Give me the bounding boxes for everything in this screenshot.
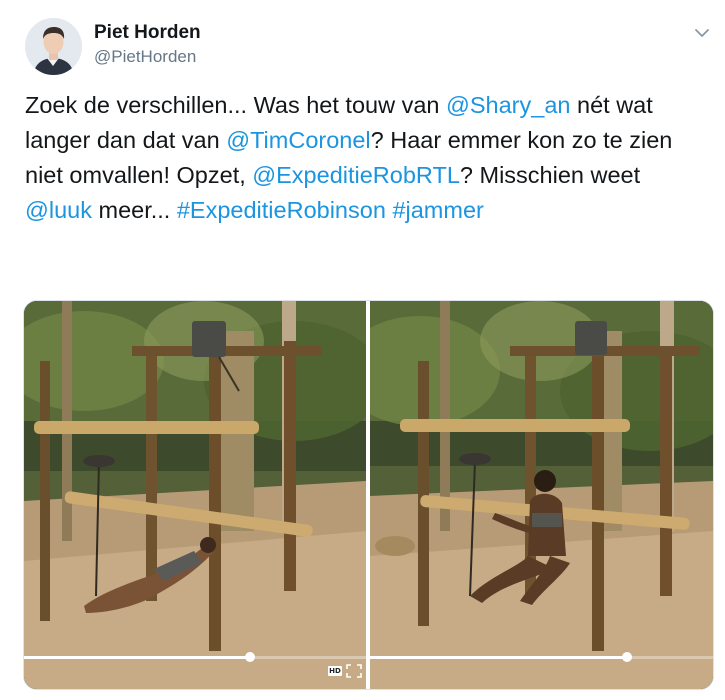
mention-link[interactable]: @TimCoronel [226, 127, 370, 153]
hashtag-link[interactable]: #jammer [392, 197, 483, 223]
tweet-text-segment: meer... [91, 197, 177, 223]
video-left-frame [24, 301, 366, 689]
author-handle[interactable]: @PietHorden [94, 47, 196, 67]
chevron-down-icon[interactable] [692, 24, 712, 42]
progress-knob[interactable] [244, 652, 255, 662]
author-name[interactable]: Piet Horden [94, 22, 201, 44]
tweet-text-segment: ? Misschien weet [459, 162, 641, 188]
mention-link[interactable]: @Shary_an [446, 92, 570, 118]
avatar[interactable] [25, 18, 82, 75]
progress-fill [370, 656, 628, 659]
progress-fill [24, 656, 250, 659]
mention-link[interactable]: @ExpeditieRobRTL [252, 162, 460, 188]
person-avatar-icon [25, 18, 82, 75]
mention-link[interactable]: @luuk [25, 197, 92, 223]
tweet-card: Piet Horden @PietHorden Zoek de verschil… [0, 0, 725, 700]
tweet-text: Zoek de verschillen... Was het touw van … [25, 88, 705, 228]
hd-badge[interactable]: HD [328, 666, 342, 676]
video-right-frame [370, 301, 713, 689]
video-left[interactable]: HD [24, 301, 366, 689]
tweet-text-segment: Zoek de verschillen... Was het touw van [25, 92, 447, 118]
video-right[interactable] [370, 301, 713, 689]
hashtag-link[interactable]: #ExpeditieRobinson [177, 197, 386, 223]
media-container: HD [23, 300, 714, 690]
fullscreen-icon[interactable] [346, 664, 362, 678]
video-progress-bar[interactable] [370, 652, 713, 662]
video-progress-bar[interactable] [24, 652, 366, 662]
